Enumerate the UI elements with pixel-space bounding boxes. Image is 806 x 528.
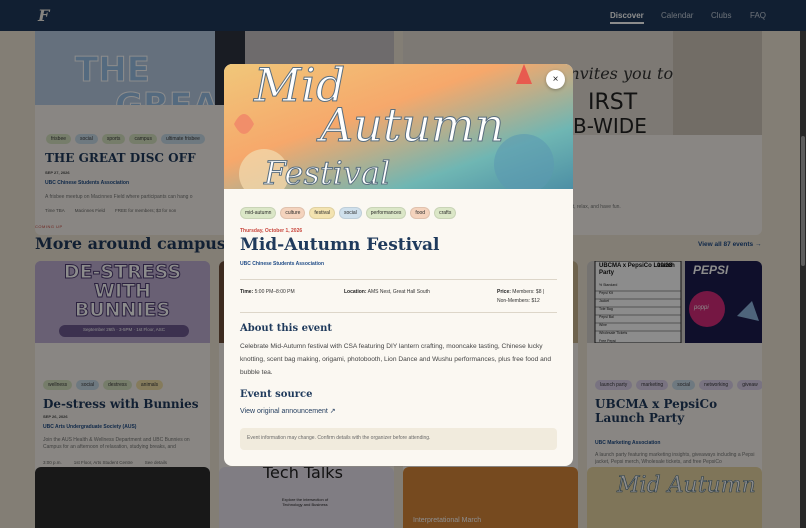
tag[interactable]: performances xyxy=(365,207,407,219)
tag[interactable]: culture xyxy=(280,207,306,219)
event-detail-modal: Mid Autumn Festival × mid-autumn culture… xyxy=(224,64,573,466)
event-time: Time: 5:00 PM–8:00 PM xyxy=(240,288,295,297)
hero-text-line2: Autumn xyxy=(319,98,505,153)
time-label: Time: xyxy=(240,289,254,295)
tag[interactable]: social xyxy=(338,207,362,219)
tag[interactable]: crafts xyxy=(434,207,457,219)
divider xyxy=(240,279,557,280)
tag[interactable]: food xyxy=(410,207,431,219)
close-button[interactable]: × xyxy=(546,70,565,89)
hero-text-line3: Festival xyxy=(263,154,391,193)
close-icon: × xyxy=(552,74,559,85)
about-text: Celebrate Mid-Autumn festival with CSA f… xyxy=(240,343,552,376)
price-members: Members: $8 | xyxy=(512,289,545,295)
event-title: Mid-Autumn Festival xyxy=(240,235,440,255)
location-value: AMS Nest, Great Hall South xyxy=(367,289,430,295)
price-label: Price: xyxy=(497,289,511,295)
about-heading: About this event xyxy=(240,323,333,334)
divider xyxy=(240,312,557,313)
time-value: 5:00 PM–8:00 PM xyxy=(254,289,295,295)
tag[interactable]: mid-autumn xyxy=(240,207,277,219)
event-price: Price: Members: $8 | Non-Members: $12 xyxy=(497,288,544,306)
event-location: Location: AMS Nest, Great Hall South xyxy=(344,288,430,297)
view-original-link[interactable]: View original announcement ↗ xyxy=(240,407,336,415)
price-non-members: Non-Members: $12 xyxy=(497,298,540,304)
location-label: Location: xyxy=(344,289,367,295)
disclaimer-note: Event information may change. Confirm de… xyxy=(240,428,557,450)
event-hero-image: Mid Autumn Festival xyxy=(224,64,573,199)
event-date: Thursday, October 1, 2026 xyxy=(240,228,303,234)
source-heading: Event source xyxy=(240,389,313,400)
tag[interactable]: festival xyxy=(309,207,335,219)
event-organizer-link[interactable]: UBC Chinese Students Association xyxy=(240,261,324,267)
modal-tag-list: mid-autumn culture festival social perfo… xyxy=(240,207,457,219)
